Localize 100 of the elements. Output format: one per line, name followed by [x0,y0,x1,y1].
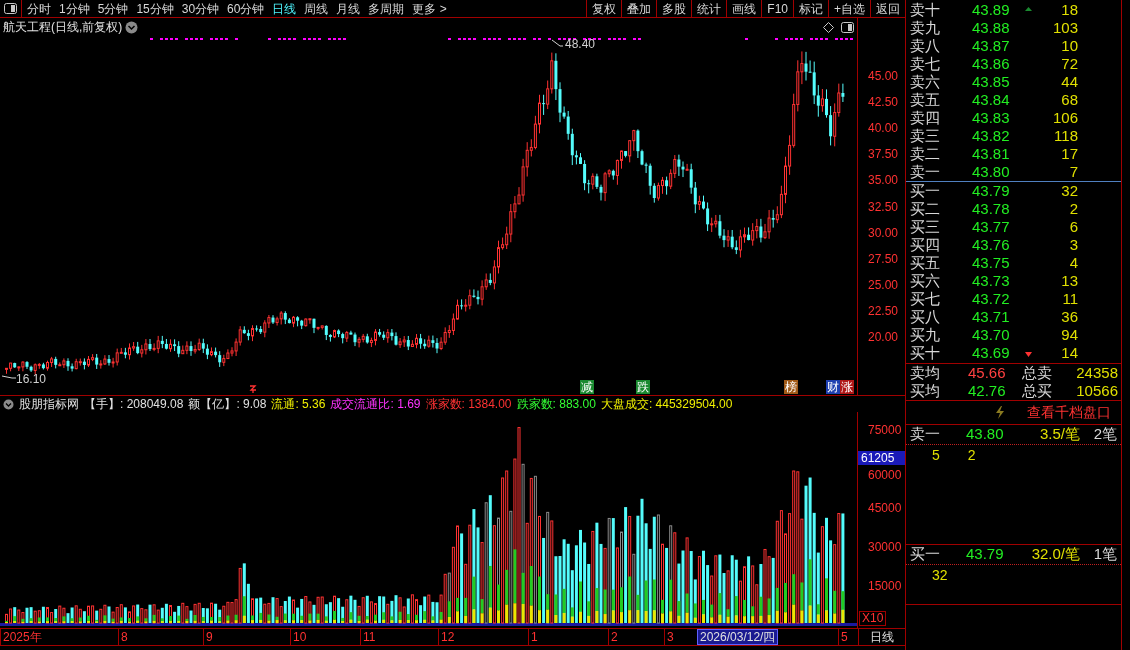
toolbar-button[interactable]: 多股 [656,0,692,17]
price-value: 43.80 [972,163,1011,181]
price-value: 43.80 [966,424,1005,445]
event-marker[interactable]: 涨 [840,380,854,394]
volume-value: 44 [1060,73,1078,91]
indicator-value: 跌家数: 883.00 [516,396,596,412]
toolbar-button[interactable]: 画线 [726,0,762,17]
volume-value: 2 [1068,200,1078,218]
date-label: 1 [528,629,538,645]
toolbar-button[interactable]: 叠加 [621,0,657,17]
price-value: 43.83 [972,109,1011,127]
volume-value: 6 [1068,218,1078,236]
indicator-name: 股朋指标网 [19,396,79,412]
date-label: 2025年 [0,629,42,645]
price-value: 43.72 [972,290,1011,308]
diamond-icon[interactable] [823,22,834,33]
axis-label: 35.00 [868,173,899,188]
price-value: 43.85 [972,73,1011,91]
price-value: 43.77 [972,218,1011,236]
axis-label: 32.50 [868,199,899,214]
dropdown-icon[interactable] [125,20,139,34]
average-price: 42.76 [968,382,1007,400]
axis-label: 40.00 [868,121,899,136]
price-value: 43.76 [972,236,1011,254]
indicator-value: 涨家数: 1384.00 [425,396,512,412]
event-icon [249,384,257,394]
axis-label: 75000 [868,423,902,437]
event-marker[interactable]: 榜 [784,380,798,394]
period-tab[interactable]: 日线 [272,0,297,17]
period-tab[interactable]: 月线 [336,0,361,17]
level-label: 买六 [910,272,941,290]
price-label: 16.10 [16,372,47,386]
level-label: 买五 [910,254,941,272]
period-tab[interactable]: 60分钟 [227,0,265,17]
price-value: 43.78 [972,200,1011,218]
volume-value: 106 [1051,109,1078,127]
panel-toggle-icon[interactable] [4,3,17,14]
axis-label: 60000 [868,468,902,482]
period-tab[interactable]: 周线 [304,0,329,17]
summary-label: 买均 [910,382,941,400]
level-label: 卖一 [910,424,941,445]
down-arrow-icon [1024,349,1032,357]
event-marker[interactable]: 跌 [636,380,650,394]
order-count: 2笔 [1092,424,1117,445]
axis-label: 45.00 [868,69,899,83]
leader-line [551,39,564,47]
lightning-icon [995,406,1005,419]
period-tab[interactable]: 多周期 [368,0,405,17]
panel-toggle-icon[interactable] [841,22,854,33]
volume-value: 103 [1051,19,1078,37]
toolbar-button[interactable]: 返回 [870,0,905,17]
period-tab[interactable]: 15分钟 [136,0,174,17]
dropdown-icon[interactable] [3,398,14,410]
chart-title: 航天工程(日线,前复权) [3,20,123,34]
period-tab[interactable]: 1分钟 [59,0,90,17]
volume-value: 3 [1068,236,1078,254]
summary-label: 卖均 [910,364,941,382]
period-tab[interactable]: 5分钟 [97,0,129,17]
period-tab[interactable]: 30分钟 [181,0,220,17]
toolbar-button[interactable]: +自选 [828,0,870,17]
indicator-value: 额【亿】: 9.08 [188,396,267,412]
axis-label: 20.00 [868,330,899,344]
volume-value: 18 [1060,1,1078,19]
volume-value: 72 [1060,55,1078,73]
event-marker[interactable]: 财 [826,380,840,394]
toolbar-button[interactable]: 标记 [793,0,828,17]
price-value: 43.71 [972,308,1011,326]
toolbar-button[interactable]: 统计 [691,0,727,17]
axis-label: 45000 [868,501,902,515]
level-label: 买四 [910,236,941,254]
up-arrow-icon [1024,6,1032,14]
date-label: 10 [290,629,307,645]
order-size: 5 [932,446,940,465]
volume-value: 94 [1060,326,1078,344]
toolbar-button[interactable]: F10 [761,0,793,17]
level-label: 买十 [910,344,941,362]
date-label: 3 [664,629,674,645]
date-label: 5 [838,629,848,645]
order-queue-button[interactable]: 查看千档盘口 [1027,402,1111,423]
average-order-size: 32.0/笔 [1030,544,1080,565]
volume-value: 36 [1060,308,1078,326]
indicator-value: 成交流通比: 1.69 [330,396,421,412]
period-tab[interactable]: 分时 [27,0,51,17]
indicator-value: 流通: 5.36 [271,396,326,412]
period-tab[interactable]: 更多 > [412,0,447,17]
total-volume: 24358 [1075,364,1118,382]
date-label: 9 [203,629,213,645]
volume-value: 118 [1053,127,1078,145]
toolbar-button[interactable]: 复权 [586,0,622,17]
level-label: 卖九 [910,19,941,37]
axis-label: 30.00 [868,225,899,240]
level-label: 卖七 [910,55,941,73]
axis-label: 37.50 [868,147,899,162]
event-marker[interactable]: 减 [580,380,594,394]
indicator-value: 大盘成交: 445329504.00 [600,396,733,412]
volume-value: 7 [1068,163,1078,181]
current-volume-label: 61205 [858,451,905,465]
level-label: 买九 [910,326,941,344]
summary-label: 总买 [1021,382,1053,400]
level-label: 卖二 [910,145,941,163]
